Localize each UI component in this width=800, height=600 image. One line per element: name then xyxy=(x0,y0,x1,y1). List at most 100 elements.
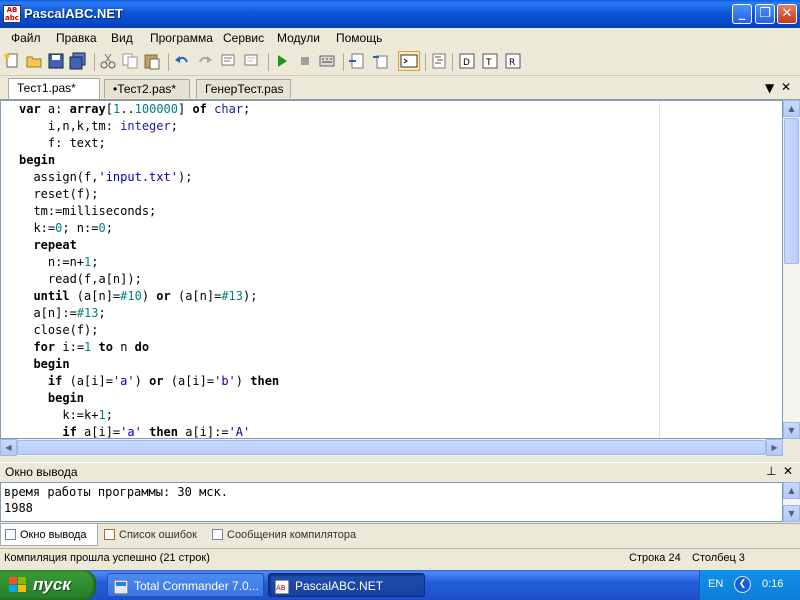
tab-close-icon[interactable]: ✕ xyxy=(781,80,791,94)
tab-compiler-messages[interactable]: Сообщения компилятора xyxy=(208,524,368,546)
code-token: close(f); xyxy=(19,323,99,337)
code-line[interactable]: k:=0; n:=0; xyxy=(19,220,113,237)
string-token: 'a' xyxy=(120,425,142,439)
cut-icon[interactable] xyxy=(99,52,117,70)
vertical-scroll-thumb[interactable] xyxy=(784,118,799,264)
code-line[interactable]: until (a[n]=#10) or (a[n]=#13); xyxy=(19,288,257,305)
code-token: f: text; xyxy=(19,136,106,150)
scroll-down-icon[interactable]: ▼ xyxy=(783,422,800,439)
menu-view[interactable]: Вид xyxy=(111,31,133,45)
save-all-icon[interactable] xyxy=(69,52,87,70)
keyword-token: array xyxy=(69,102,106,116)
code-line[interactable]: reset(f); xyxy=(19,186,98,203)
new-file-icon[interactable] xyxy=(3,52,21,70)
code-token: ) xyxy=(235,374,251,388)
code-line[interactable]: k:=k+1; xyxy=(19,407,113,424)
output-close-icon[interactable]: ✕ xyxy=(783,464,793,478)
code-token: ; xyxy=(105,221,113,235)
close-button[interactable]: ✕ xyxy=(777,4,797,24)
save-icon[interactable] xyxy=(47,52,65,70)
output-scroll-up-icon[interactable]: ▲ xyxy=(783,482,800,499)
keyword-token: or xyxy=(156,289,171,303)
code-line[interactable]: a[n]:=#13; xyxy=(19,305,106,322)
scroll-up-icon[interactable]: ▲ xyxy=(783,100,800,117)
output-window-toggle-icon[interactable] xyxy=(398,51,420,71)
code-line[interactable]: tm:=milliseconds; xyxy=(19,203,156,220)
editor-gutter[interactable] xyxy=(1,101,16,438)
code-line[interactable]: read(f,a[n]); xyxy=(19,271,142,288)
tab-test2[interactable]: •Тест2.pas* xyxy=(104,79,190,98)
code-line[interactable]: repeat xyxy=(19,237,76,254)
output-window-icon xyxy=(5,529,16,540)
output-vertical-scrollbar[interactable]: ▲ ▼ xyxy=(783,482,800,522)
code-token: i,n,k,tm: xyxy=(19,119,121,133)
keyword-token: then xyxy=(250,374,280,388)
tab-test1[interactable]: Тест1.pas* xyxy=(8,78,100,99)
paste-icon[interactable] xyxy=(143,52,161,70)
code-line[interactable]: i,n,k,tm: integer; xyxy=(19,118,178,135)
scroll-left-icon[interactable]: ◀ xyxy=(0,439,17,456)
code-line[interactable]: if (a[i]='a') or (a[i]='b') then xyxy=(19,373,279,390)
copy-icon[interactable] xyxy=(121,52,139,70)
step-into-icon[interactable] xyxy=(348,52,366,70)
horizontal-scroll-thumb[interactable] xyxy=(17,440,766,455)
code-line[interactable]: close(f); xyxy=(19,322,98,339)
menu-service[interactable]: Сервис xyxy=(223,31,264,45)
reference-icon[interactable]: R xyxy=(504,52,522,70)
comment-icon[interactable] xyxy=(220,52,238,70)
tab-list-dropdown-icon[interactable]: ▼ xyxy=(765,81,774,95)
output-scroll-down-icon[interactable]: ▼ xyxy=(783,505,800,522)
language-indicator[interactable]: EN xyxy=(708,578,723,590)
tab-compiler-messages-label: Сообщения компилятора xyxy=(227,529,357,541)
code-token: (a[i]= xyxy=(163,374,215,388)
menu-file[interactable]: Файл xyxy=(11,31,41,45)
scroll-right-icon[interactable]: ▶ xyxy=(766,439,783,456)
tab-error-list[interactable]: Список ошибок xyxy=(100,524,208,546)
code-token: [ xyxy=(105,102,113,116)
keyword-token: begin xyxy=(47,391,85,405)
code-line[interactable]: begin xyxy=(19,152,55,169)
step-over-icon[interactable] xyxy=(371,52,389,70)
code-token: n xyxy=(112,340,135,354)
menu-edit[interactable]: Правка xyxy=(56,31,97,45)
tab-output-window[interactable]: Окно вывода xyxy=(0,524,98,546)
code-token: k:=k+ xyxy=(19,408,99,422)
output-pane-title: Окно вывода xyxy=(5,465,78,479)
tray-arrow-icon[interactable]: ❮ xyxy=(734,576,751,593)
code-line[interactable]: begin xyxy=(19,390,84,407)
taskbar-pascalabc[interactable]: AB PascalABC.NET xyxy=(268,573,425,597)
code-line[interactable]: var a: array[1..100000] of char; xyxy=(19,101,250,118)
editor-horizontal-scrollbar[interactable]: ◀ ▶ xyxy=(0,439,783,456)
pascalabc-icon: AB xyxy=(274,578,290,595)
pin-icon[interactable]: ⊥ xyxy=(766,464,776,478)
compile-icon[interactable] xyxy=(318,52,336,70)
menu-help[interactable]: Помощь xyxy=(336,31,382,45)
taskbar-pascalabc-label: PascalABC.NET xyxy=(295,579,384,593)
editor-vertical-scrollbar[interactable]: ▲ ▼ xyxy=(783,100,800,439)
restore-button[interactable]: ❐ xyxy=(755,4,775,24)
code-line[interactable]: for i:=1 to n do xyxy=(19,339,149,356)
code-token: ; xyxy=(243,102,251,116)
minimize-button[interactable]: _ xyxy=(732,4,752,24)
menu-modules[interactable]: Модули xyxy=(277,31,320,45)
clock[interactable]: 0:16 xyxy=(762,578,783,590)
start-label: пуск xyxy=(33,575,71,594)
format-code-icon[interactable] xyxy=(430,52,448,70)
undo-icon[interactable] xyxy=(173,52,191,70)
help-doc-icon[interactable]: T xyxy=(481,52,499,70)
code-line[interactable]: assign(f,'input.txt'); xyxy=(19,169,192,186)
redo-icon[interactable] xyxy=(196,52,214,70)
menu-program[interactable]: Программа xyxy=(150,31,213,45)
tab-genertest[interactable]: ГенерТест.pas xyxy=(196,79,291,98)
code-line[interactable]: f: text; xyxy=(19,135,106,152)
keyword-token: for xyxy=(33,340,56,354)
taskbar-total-commander[interactable]: Total Commander 7.0... xyxy=(107,573,264,597)
open-folder-icon[interactable] xyxy=(25,52,43,70)
uncomment-icon[interactable] xyxy=(243,52,261,70)
code-line[interactable]: begin xyxy=(19,356,69,373)
code-line[interactable]: n:=n+1; xyxy=(19,254,99,271)
units-icon[interactable]: D xyxy=(458,52,476,70)
code-token: ; xyxy=(98,306,106,320)
stop-icon[interactable] xyxy=(296,52,314,70)
run-icon[interactable] xyxy=(273,52,291,70)
